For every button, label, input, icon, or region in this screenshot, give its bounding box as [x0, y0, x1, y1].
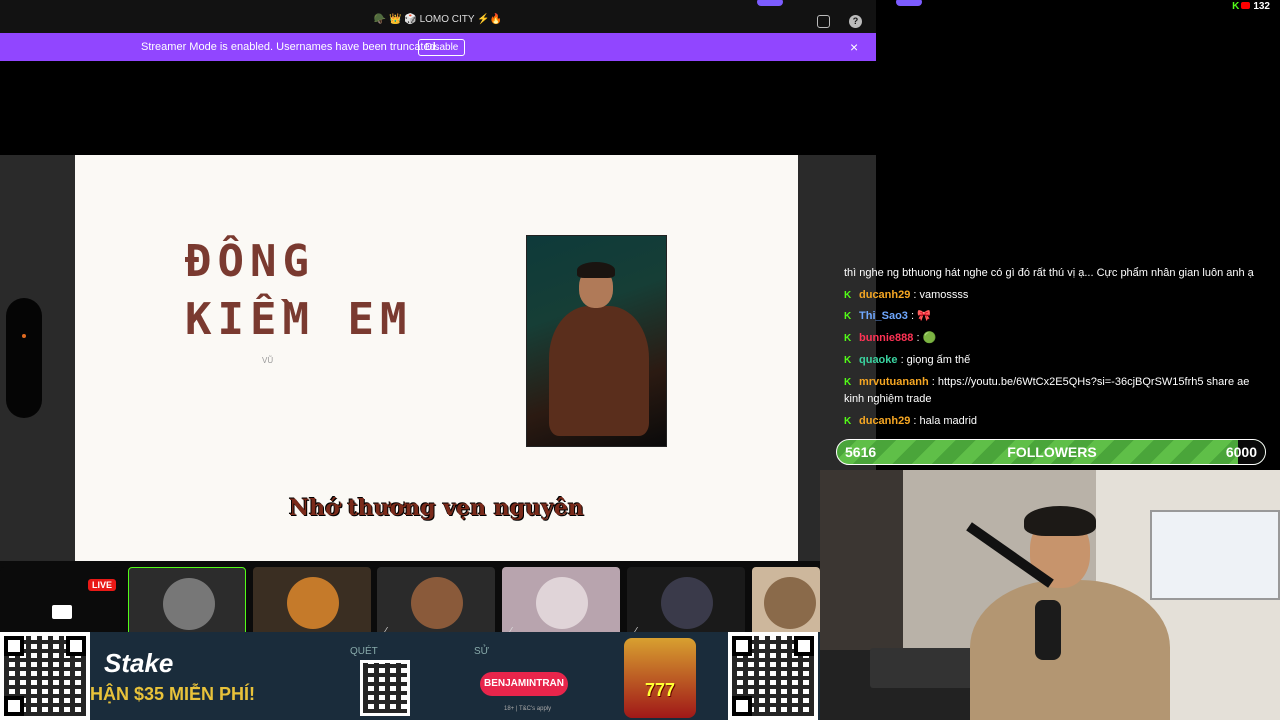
chat-message: Kducanh29 : hala madrid: [844, 413, 1276, 430]
promo-text: HẬN $35 MIỄN PHÍ!: [90, 684, 256, 704]
kick-badge-icon: K: [844, 355, 852, 366]
window-titlebar: 🪖 👑 🎲 LOMO CITY ⚡🔥 ?: [0, 0, 876, 33]
avatar: [411, 577, 463, 629]
chat-message: Kbunnie888 : 🟢: [844, 330, 1276, 347]
qr-code-right: [728, 632, 818, 720]
chat-message-continued: kinh nghiệm trade: [844, 391, 1276, 408]
qr-code-left: [0, 632, 90, 720]
streamer-mode-banner: Streamer Mode is enabled. Usernames have…: [0, 33, 876, 61]
screen-share-icon: [52, 605, 72, 619]
video-player[interactable]: ĐÔNG KIỀM EM VŨ Nhớ thương vẹn nguyên: [0, 61, 876, 561]
help-icon[interactable]: ?: [849, 15, 862, 28]
microphone-icon: [1035, 600, 1061, 660]
slot-number: 777: [644, 680, 676, 700]
viewer-count: K 132: [1232, 1, 1270, 12]
chat-text: : 🎀: [907, 310, 931, 322]
karaoke-slide: ĐÔNG KIỀM EM VŨ Nhớ thương vẹn nguyên: [75, 155, 798, 561]
webcam-artwork: [1150, 510, 1280, 600]
window-title: 🪖 👑 🎲 LOMO CITY ⚡🔥: [373, 14, 503, 25]
qr-code-middle: [360, 660, 410, 716]
chat-message: thì nghe ng bthuong hát nghe có gì đó rấ…: [844, 265, 1276, 282]
slot-machine-image: 777: [624, 638, 696, 718]
song-title: ĐÔNG KIỀM EM: [185, 236, 413, 345]
avatar: [287, 577, 339, 629]
kick-badge-icon: K: [844, 333, 852, 344]
participant-tile[interactable]: [253, 567, 371, 639]
live-badge: LIVE: [88, 579, 117, 591]
follower-goal: 6000: [1225, 444, 1257, 460]
chat-username[interactable]: ducanh29: [859, 415, 910, 427]
camera-dot-icon: [22, 334, 26, 338]
stake-logo: Stake: [104, 648, 174, 678]
tray-pill-icon[interactable]: [896, 0, 922, 6]
chat-text: kinh nghiệm trade: [844, 393, 932, 405]
chat-username[interactable]: ducanh29: [859, 289, 910, 301]
close-icon[interactable]: ×: [850, 39, 858, 55]
picture-in-picture-icon[interactable]: [817, 15, 830, 28]
chat-text: : https://youtu.be/6WtCx2E5QHs?si=-36cjB…: [928, 376, 1250, 388]
promo-code-badge: BENJAMINTRAN: [480, 672, 568, 696]
lyric-line: Nhớ thương vẹn nguyên: [289, 495, 584, 521]
sponsor-banner: Stake HẬN $35 MIỄN PHÍ! QUÉT SỬ BENJAMIN…: [0, 632, 820, 720]
chat-text: thì nghe ng bthuong hát nghe có gì đó rấ…: [844, 267, 1254, 279]
phone-overlay: [6, 298, 42, 418]
webcam-person-hair: [1024, 506, 1096, 536]
chat-text: : hala madrid: [910, 415, 978, 427]
avatar: [163, 578, 215, 630]
chat-username[interactable]: mrvutuananh: [859, 376, 929, 388]
banner-message: Streamer Mode is enabled. Usernames have…: [141, 41, 439, 53]
avatar: [661, 577, 713, 629]
participant-tile[interactable]: ⁄: [377, 567, 495, 639]
webcam-mixer: [870, 648, 980, 688]
follower-goal-bar: 5616 FOLLOWERS 6000: [836, 439, 1266, 465]
follower-label: FOLLOWERS: [1007, 444, 1097, 460]
tray-pill-icon[interactable]: [757, 0, 783, 6]
avatar: [764, 577, 816, 629]
photo-hair: [577, 262, 615, 278]
kick-badge-icon: K: [844, 377, 852, 388]
participant-tile[interactable]: [128, 567, 246, 639]
artist-photo: [526, 235, 667, 447]
use-label: SỬ: [474, 646, 490, 657]
webcam-person-body: [970, 580, 1170, 720]
kick-badge-icon: K: [844, 416, 852, 427]
chat-message: Kquaoke : giọng ấm thế: [844, 352, 1276, 369]
system-tray: K 132: [876, 0, 1280, 12]
avatar: [536, 577, 588, 629]
participant-tile-screen[interactable]: LIVE: [0, 567, 118, 639]
viewer-count-value: 132: [1253, 1, 1270, 12]
chat-message: Kmrvutuananh : https://youtu.be/6WtCx2E5…: [844, 374, 1276, 391]
webcam-feed: [820, 470, 1280, 720]
youtube-icon: [1241, 2, 1251, 9]
chat-text: : 🟢: [913, 332, 937, 344]
disable-button[interactable]: Disable: [418, 39, 466, 56]
scan-label: QUÉT: [350, 646, 378, 657]
chat-username[interactable]: quaoke: [859, 354, 898, 366]
chat-message: Kducanh29 : vamossss: [844, 287, 1276, 304]
chat-username[interactable]: Thi_Sao3: [859, 310, 908, 322]
chat-message: K Thi_Sao3 : 🎀: [844, 308, 1276, 325]
participant-tile[interactable]: [752, 567, 820, 639]
kick-logo-icon: K: [1232, 1, 1240, 12]
artist-name: VŨ: [262, 356, 274, 365]
participant-strip: LIVE ⁄ ⁄ ⁄: [0, 561, 820, 639]
terms-text: 18+ | T&C's apply: [504, 706, 552, 712]
photo-body: [549, 306, 649, 436]
chat-text: : vamossss: [910, 289, 969, 301]
participant-tile[interactable]: ⁄: [627, 567, 745, 639]
chat-text: : giọng ấm thế: [897, 354, 971, 366]
chat-overlay: thì nghe ng bthuong hát nghe có gì đó rấ…: [840, 265, 1280, 435]
chat-username[interactable]: bunnie888: [859, 332, 913, 344]
kick-badge-icon: K: [844, 290, 852, 301]
kick-badge-icon: K: [844, 311, 852, 322]
participant-tile[interactable]: ⁄: [502, 567, 620, 639]
